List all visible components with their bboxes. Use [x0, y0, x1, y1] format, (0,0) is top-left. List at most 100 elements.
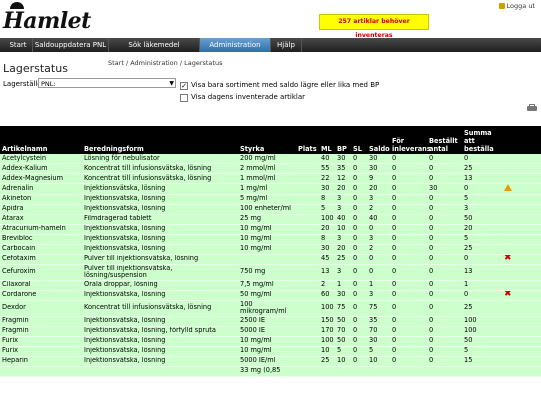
- column-header[interactable]: För inleverans: [390, 126, 431, 154]
- table-body: Acetylcystein Lösning för nebulisator 200 …: [0, 154, 541, 377]
- table-row[interactable]: Addex-Magnesium Koncentrat till infusions…: [0, 173, 541, 184]
- table-cell: 100: [319, 214, 335, 225]
- table-row[interactable]: Heparin Injektionsvätska, lösning 5000 IE/…: [0, 356, 541, 367]
- hamlet-logo[interactable]: Hamlet: [3, 8, 91, 34]
- table-cell: 0: [351, 154, 367, 164]
- table-header-row: Artikelnamn Beredningsform Styrka Plats ML BP…: [0, 126, 541, 154]
- row-action-cell: [502, 163, 541, 174]
- tab-sok-lakemedel[interactable]: Sök läkemedel: [109, 38, 200, 52]
- table-cell: 0: [427, 254, 462, 265]
- table-cell: 0: [390, 194, 427, 205]
- row-action-cell: [502, 316, 541, 327]
- table-row[interactable]: Fragmin Injektionsvätska, lösning, förfyl…: [0, 326, 541, 337]
- table-cell: 10 mg/ml: [238, 336, 296, 347]
- table-cell: 0: [390, 336, 427, 347]
- table-row[interactable]: Cordarone Injektionsvätska, lösning 50 mg/…: [0, 290, 541, 301]
- table-cell: [296, 300, 319, 317]
- table-cell: 5: [462, 194, 502, 205]
- row-action-cell: [502, 366, 541, 377]
- table-cell: 75: [335, 300, 351, 317]
- table-cell: Injektionsvätska, lösning: [82, 204, 238, 215]
- table-row[interactable]: Adrenalin Injektionsvätska, lösning 1 mg/m…: [0, 183, 541, 195]
- table-cell: Cordarone: [0, 290, 82, 301]
- chevron-down-icon: ▼: [169, 80, 174, 87]
- table-row[interactable]: Atracurium-hameln Injektionsvätska, lösni…: [0, 224, 541, 235]
- tab-administration[interactable]: Administration: [200, 38, 271, 52]
- remove-icon[interactable]: ✖: [504, 290, 512, 299]
- column-header[interactable]: Plats: [296, 126, 319, 154]
- table-cell: 25 mg: [238, 214, 296, 225]
- table-cell: Atracurium-hameln: [0, 224, 82, 235]
- table-row[interactable]: Atarax Filmdragerad tablett 25 mg 100 40 0 40 0…: [0, 214, 541, 225]
- table-row[interactable]: Addex-Kalium Koncentrat till infusionsvät…: [0, 163, 541, 174]
- table-cell: 30: [319, 244, 335, 255]
- table-cell: 10: [335, 224, 351, 235]
- table-cell: 35: [367, 316, 390, 327]
- table-cell: 0: [351, 173, 367, 184]
- table-row[interactable]: Acetylcystein Lösning för nebulisator 200 …: [0, 154, 541, 164]
- column-header[interactable]: ML: [319, 126, 335, 154]
- column-header[interactable]: Saldo: [367, 126, 390, 154]
- table-row[interactable]: Apidra Injektionsvätska, lösning 100 enhet…: [0, 204, 541, 215]
- print-icon[interactable]: [527, 104, 537, 112]
- table-cell: 0: [367, 224, 390, 235]
- table-cell: 0: [390, 183, 427, 195]
- table-cell: [296, 194, 319, 205]
- table-cell: 30: [335, 154, 351, 164]
- inventory-alert-badge[interactable]: 257 artiklar behöver inventeras: [319, 14, 429, 39]
- table-cell: 3: [335, 264, 351, 281]
- table-row[interactable]: Furix Injektionsvätska, lösning 10 mg/ml 10…: [0, 346, 541, 357]
- table-cell: 20: [462, 224, 502, 235]
- tab-saldouppdatera[interactable]: Saldouppdatera PNL: [33, 38, 109, 52]
- table-cell: 30: [335, 290, 351, 301]
- table-row[interactable]: Dexdor Koncentrat till infusionsvätska, l…: [0, 300, 541, 317]
- table-row[interactable]: Cefotaxim Pulver till injektionsvätska, l…: [0, 254, 541, 265]
- table-cell: 50: [335, 336, 351, 347]
- column-header[interactable]: [502, 126, 541, 154]
- column-header[interactable]: BP: [335, 126, 351, 154]
- table-cell: 0: [427, 224, 462, 235]
- table-row[interactable]: Cilaxoral Orala droppar, lösning 7,5 mg/ml…: [0, 280, 541, 291]
- row-action-cell: [502, 204, 541, 215]
- table-cell: 0: [427, 290, 462, 301]
- table-cell: 0: [390, 326, 427, 337]
- table-row[interactable]: Akineton Injektionsvätska, lösning 5 mg/ml…: [0, 194, 541, 205]
- table-cell: 5: [319, 204, 335, 215]
- table-cell: Brevibloc: [0, 234, 82, 245]
- table-cell: Cilaxoral: [0, 280, 82, 291]
- column-header[interactable]: SL: [351, 126, 367, 154]
- table-cell: 1: [335, 280, 351, 291]
- filter-checkbox-inventoried-label: Visa dagens inventerade artiklar: [191, 93, 306, 101]
- column-header[interactable]: Beredningsform: [82, 126, 238, 154]
- table-cell: 0: [390, 264, 427, 281]
- lagerstalle-select[interactable]: PNL: ▼: [38, 78, 176, 88]
- table-row[interactable]: Fragmin Injektionsvätska, lösning 2500 IE 1…: [0, 316, 541, 327]
- page-title: Lagerstatus: [3, 62, 68, 75]
- column-header[interactable]: Beställt antal: [427, 126, 462, 154]
- tab-hjalp[interactable]: Hjälp: [271, 38, 302, 52]
- logout-link[interactable]: Logga ut: [498, 2, 535, 10]
- column-header[interactable]: Styrka: [238, 126, 296, 154]
- table-cell: 60: [319, 290, 335, 301]
- table-cell: 0: [427, 244, 462, 255]
- table-cell: Injektionsvätska, lösning: [82, 234, 238, 245]
- table-cell: 3: [335, 204, 351, 215]
- remove-icon[interactable]: ✖: [504, 254, 512, 263]
- table-cell: Akineton: [0, 194, 82, 205]
- table-row[interactable]: 33 mg (0,85: [0, 366, 541, 377]
- tab-start[interactable]: Start: [4, 38, 33, 52]
- table-cell: Carbocain: [0, 244, 82, 255]
- table-row[interactable]: Furix Injektionsvätska, lösning 10 mg/ml 10…: [0, 336, 541, 347]
- table-row[interactable]: Cefuroxim Pulver till injektionsvätska, l…: [0, 264, 541, 281]
- table-cell: [351, 366, 367, 377]
- column-header[interactable]: Artikelnamn: [0, 126, 82, 154]
- filter-checkbox-inventoried[interactable]: [180, 94, 188, 102]
- column-header[interactable]: Summa att beställa: [462, 126, 502, 154]
- table-cell: [296, 316, 319, 327]
- table-cell: 0: [367, 264, 390, 281]
- table-row[interactable]: Brevibloc Injektionsvätska, lösning 10 mg/…: [0, 234, 541, 245]
- table-cell: 35: [335, 163, 351, 174]
- table-row[interactable]: Carbocain Injektionsvätska, lösning 10 mg/…: [0, 244, 541, 255]
- table-cell: 40: [367, 214, 390, 225]
- filter-checkbox-bp[interactable]: ✓: [180, 82, 188, 90]
